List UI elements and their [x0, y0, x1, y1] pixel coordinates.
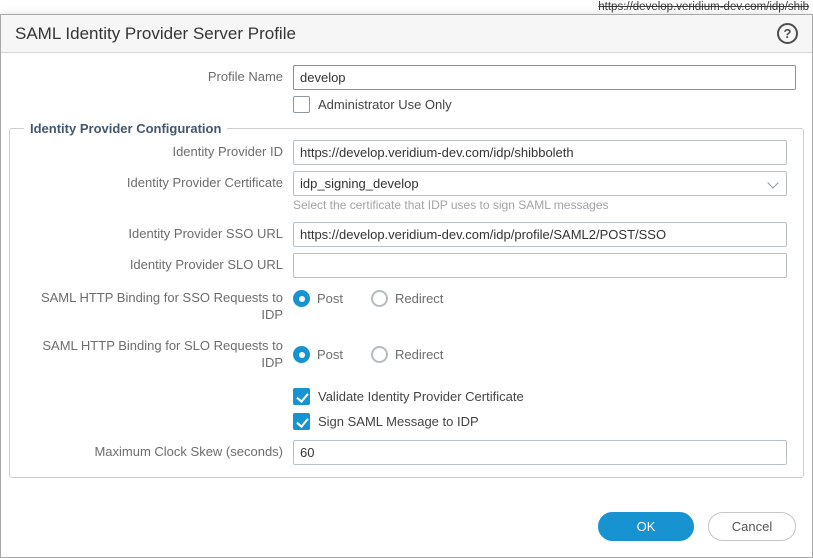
- clock-skew-row: Maximum Clock Skew (seconds): [18, 440, 795, 465]
- idp-certificate-select[interactable]: idp_signing_develop: [293, 171, 787, 196]
- sso-binding-post-radio[interactable]: [293, 290, 310, 307]
- slo-url-row: Identity Provider SLO URL: [18, 253, 795, 278]
- admin-only-label: Administrator Use Only: [318, 97, 452, 112]
- idp-id-input[interactable]: [293, 140, 787, 165]
- dialog-footer: OK Cancel: [598, 512, 796, 541]
- validate-cert-label: Validate Identity Provider Certificate: [318, 389, 524, 404]
- cancel-button[interactable]: Cancel: [708, 512, 796, 541]
- slo-binding-label: SAML HTTP Binding for SLO Requests to ID…: [18, 338, 293, 372]
- sso-binding-redirect-radio[interactable]: [371, 290, 388, 307]
- idp-certificate-label: Identity Provider Certificate: [18, 175, 293, 192]
- sso-binding-redirect-label: Redirect: [395, 291, 443, 306]
- sign-saml-checkbox[interactable]: [293, 413, 310, 430]
- ok-button[interactable]: OK: [598, 512, 694, 541]
- profile-name-input[interactable]: [293, 65, 796, 90]
- help-icon-glyph: ?: [784, 27, 792, 40]
- saml-idp-profile-dialog: SAML Identity Provider Server Profile ? …: [0, 14, 813, 558]
- background-url-text: https://develop.veridium-dev.com/idp/shi…: [598, 1, 809, 13]
- help-icon[interactable]: ?: [777, 23, 798, 44]
- validate-cert-checkbox[interactable]: [293, 388, 310, 405]
- slo-binding-redirect-radio[interactable]: [371, 346, 388, 363]
- sso-url-row: Identity Provider SSO URL: [18, 222, 795, 247]
- dialog-title: SAML Identity Provider Server Profile: [15, 24, 296, 44]
- idp-configuration-section: Identity Provider Configuration Identity…: [9, 121, 804, 478]
- sign-saml-label: Sign SAML Message to IDP: [318, 414, 479, 429]
- dialog-body: Profile Name Administrator Use Only Iden…: [1, 53, 812, 478]
- profile-name-label: Profile Name: [1, 69, 293, 86]
- idp-certificate-hint: Select the certificate that IDP uses to …: [293, 198, 787, 212]
- idp-id-label: Identity Provider ID: [18, 144, 293, 161]
- slo-url-label: Identity Provider SLO URL: [18, 257, 293, 274]
- sso-url-label: Identity Provider SSO URL: [18, 226, 293, 243]
- slo-binding-redirect-label: Redirect: [395, 347, 443, 362]
- profile-name-row: Profile Name: [1, 65, 812, 90]
- clock-skew-input[interactable]: [293, 440, 787, 465]
- slo-binding-post-label: Post: [317, 347, 343, 362]
- sso-binding-label: SAML HTTP Binding for SSO Requests to ID…: [18, 290, 293, 324]
- dialog-header: SAML Identity Provider Server Profile ?: [1, 15, 812, 53]
- sso-binding-row: SAML HTTP Binding for SSO Requests to ID…: [18, 290, 795, 324]
- clock-skew-label: Maximum Clock Skew (seconds): [18, 444, 293, 461]
- idp-certificate-value: idp_signing_develop: [300, 176, 419, 191]
- idp-certificate-hint-row: Select the certificate that IDP uses to …: [18, 198, 795, 212]
- idp-id-row: Identity Provider ID: [18, 140, 795, 165]
- sso-url-input[interactable]: [293, 222, 787, 247]
- idp-certificate-row: Identity Provider Certificate idp_signin…: [18, 171, 795, 196]
- validate-cert-row: Validate Identity Provider Certificate: [18, 388, 795, 405]
- sso-binding-post-label: Post: [317, 291, 343, 306]
- slo-binding-row: SAML HTTP Binding for SLO Requests to ID…: [18, 338, 795, 372]
- admin-only-checkbox[interactable]: [293, 96, 310, 113]
- idp-configuration-legend: Identity Provider Configuration: [24, 121, 227, 136]
- chevron-down-icon: [767, 177, 778, 188]
- admin-only-row: Administrator Use Only: [1, 96, 812, 113]
- slo-url-input[interactable]: [293, 253, 787, 278]
- sign-saml-row: Sign SAML Message to IDP: [18, 413, 795, 430]
- slo-binding-post-radio[interactable]: [293, 346, 310, 363]
